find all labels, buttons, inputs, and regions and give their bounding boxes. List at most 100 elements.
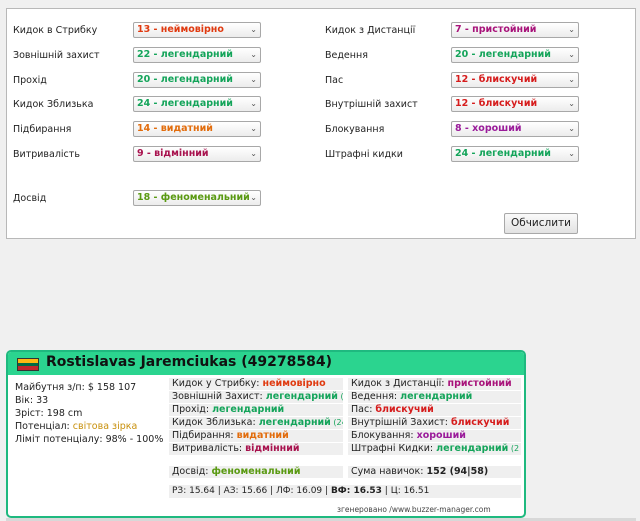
card-skill-value: легендарний xyxy=(258,417,331,428)
card-skill-name: Прохід: xyxy=(172,404,210,415)
skill-select-left-3[interactable]: 24 - легендарний ⌄ xyxy=(133,96,261,112)
card-skill-left-4: Підбирання: видатний xyxy=(169,430,343,442)
chevron-down-icon: ⌄ xyxy=(250,149,257,158)
card-skill-right-1: Ведення: легендарний xyxy=(348,391,521,403)
skill-select-value: 12 - блискучий xyxy=(455,98,538,109)
card-skill-name: Пас: xyxy=(351,404,373,415)
skill-select-right-2[interactable]: 12 - блискучий ⌄ xyxy=(451,72,579,88)
potential-limit: Ліміт потенціалу: 98% - 100% xyxy=(15,434,164,445)
card-skill-extra: (2 xyxy=(338,392,343,401)
card-skill-name: Кидок у Стрибку: xyxy=(172,378,260,389)
skill-select-value: 9 - відмінний xyxy=(137,148,209,159)
skill-select-right-0[interactable]: 7 - пристойний ⌄ xyxy=(451,22,579,38)
card-skill-right-4: Блокування: хороший xyxy=(348,430,521,442)
calculate-button[interactable]: Обчислити xyxy=(504,213,578,234)
form-label-right-1: Ведення xyxy=(325,49,368,61)
skill-select-left-2[interactable]: 20 - легендарний ⌄ xyxy=(133,72,261,88)
skill-select-left-5[interactable]: 9 - відмінний ⌄ xyxy=(133,146,261,162)
card-skill-name: Кидок з Дистанції: xyxy=(351,378,445,389)
stat-vf: ВФ: 16.53 xyxy=(330,486,382,496)
card-skill-name: Зовнішній Захист: xyxy=(172,391,263,402)
card-skill-left-3: Кидок Зблизька: легендарний (24 xyxy=(169,417,343,429)
form-label-experience: Досвід xyxy=(13,192,47,204)
card-skill-value: хороший xyxy=(416,430,466,441)
card-skill-name: Досвід: xyxy=(172,466,209,477)
skill-select-value: 22 - легендарний xyxy=(137,49,233,60)
card-skill-left-1: Зовнішній Захист: легендарний (2 xyxy=(169,391,343,403)
skill-select-right-4[interactable]: 8 - хороший ⌄ xyxy=(451,121,579,137)
chevron-down-icon: ⌄ xyxy=(250,193,257,202)
card-skill-left-2: Прохід: легендарний xyxy=(169,404,343,416)
skill-select-value: 13 - неймовірно xyxy=(137,24,224,35)
card-skill-extra: (24 xyxy=(333,418,343,427)
card-skill-left-5: Витривалість: відмінний xyxy=(169,443,343,455)
card-skill-extra: (2 xyxy=(508,444,520,453)
skill-select-left-1[interactable]: 22 - легендарний ⌄ xyxy=(133,47,261,63)
potential-label: Потенціал: xyxy=(15,421,70,432)
chevron-down-icon: ⌄ xyxy=(250,124,257,133)
card-skill-value: пристойний xyxy=(447,378,512,389)
card-skill-name: Витривалість: xyxy=(172,443,243,454)
form-label-left-3: Кидок Зблизька xyxy=(13,98,94,110)
card-skill-value: неймовірно xyxy=(262,378,326,389)
player-age: Вік: 33 xyxy=(15,395,49,406)
card-skill-name: Ведення: xyxy=(351,391,398,402)
skill-select-value: 24 - легендарний xyxy=(137,98,233,109)
card-skill-value: феноменальний xyxy=(211,466,301,477)
form-label-right-0: Кидок з Дистанції xyxy=(325,24,416,36)
card-skill-right-2: Пас: блискучий xyxy=(348,404,521,416)
card-skill-right-0: Кидок з Дистанції: пристойний xyxy=(348,378,521,390)
card-skill-value: легендарний xyxy=(400,391,473,402)
chevron-down-icon: ⌄ xyxy=(250,75,257,84)
player-card: Rostislavas Jaremciukas (49278584) Майбу… xyxy=(6,350,526,518)
chevron-down-icon: ⌄ xyxy=(250,99,257,108)
potential-value: світова зірка xyxy=(72,421,138,432)
player-card-header: Rostislavas Jaremciukas (49278584) xyxy=(8,352,524,375)
card-skill-name: Кидок Зблизька: xyxy=(172,417,256,428)
skill-select-experience[interactable]: 18 - феноменальний ⌄ xyxy=(133,190,261,206)
skill-select-right-5[interactable]: 24 - легендарний ⌄ xyxy=(451,146,579,162)
skill-select-value: 12 - блискучий xyxy=(455,74,538,85)
chevron-down-icon: ⌄ xyxy=(568,50,575,59)
skill-select-value: 24 - легендарний xyxy=(455,148,551,159)
chevron-down-icon: ⌄ xyxy=(568,149,575,158)
card-skill-name: Штрафні Кидки: xyxy=(351,443,434,454)
card-skill-right-3: Внутрішній Захист: блискучий xyxy=(348,417,521,429)
skill-select-value: 20 - легендарний xyxy=(137,74,233,85)
card-skill-right-5: Штрафні Кидки: легендарний (2 xyxy=(348,443,521,455)
form-label-left-2: Прохід xyxy=(13,74,47,86)
skill-select-value: 14 - видатний xyxy=(137,123,213,134)
card-skill-left-0: Кидок у Стрибку: неймовірно xyxy=(169,378,343,390)
skill-sum-value: 152 (94|58) xyxy=(426,466,489,477)
lithuania-flag-icon xyxy=(17,358,39,371)
skill-sum: Сума навичок: 152 (94|58) xyxy=(348,466,521,478)
chevron-down-icon: ⌄ xyxy=(568,75,575,84)
player-stats-line: РЗ: 15.64 | АЗ: 15.66 | ЛФ: 16.09 | ВФ: … xyxy=(169,485,521,498)
skill-select-left-4[interactable]: 14 - видатний ⌄ xyxy=(133,121,261,137)
future-salary: Майбутня з/п: $ 158 107 xyxy=(15,382,137,393)
card-skill-experience: Досвід: феноменальний xyxy=(169,466,343,478)
stat-c: Ц: 16.51 xyxy=(390,486,430,496)
player-potential: Потенціал: світова зірка xyxy=(15,421,137,432)
stat-az: АЗ: 15.66 xyxy=(223,486,268,496)
form-label-left-4: Підбирання xyxy=(13,123,72,135)
skills-form-panel: Обчислити Кидок в Стрибку 13 - неймовірно… xyxy=(6,8,636,239)
card-skill-value: блискучий xyxy=(375,404,434,415)
generated-by-note: згенеровано /www.buzzer-manager.com xyxy=(337,505,491,514)
form-label-right-3: Внутрішній захист xyxy=(325,98,418,110)
form-label-left-0: Кидок в Стрибку xyxy=(13,24,98,36)
chevron-down-icon: ⌄ xyxy=(568,124,575,133)
skill-select-right-3[interactable]: 12 - блискучий ⌄ xyxy=(451,96,579,112)
card-skill-value: блискучий xyxy=(451,417,510,428)
form-label-left-1: Зовнішній захист xyxy=(13,49,100,61)
skill-select-left-0[interactable]: 13 - неймовірно ⌄ xyxy=(133,22,261,38)
form-label-left-5: Витривалість xyxy=(13,148,80,160)
form-label-right-4: Блокування xyxy=(325,123,385,135)
card-skill-value: видатний xyxy=(236,430,289,441)
form-label-right-5: Штрафні кидки xyxy=(325,148,403,160)
chevron-down-icon: ⌄ xyxy=(250,25,257,34)
card-skill-name: Блокування: xyxy=(351,430,414,441)
skill-select-right-1[interactable]: 20 - легендарний ⌄ xyxy=(451,47,579,63)
player-height: Зріст: 198 cm xyxy=(15,408,83,419)
skill-sum-label: Сума навичок: xyxy=(351,466,424,477)
